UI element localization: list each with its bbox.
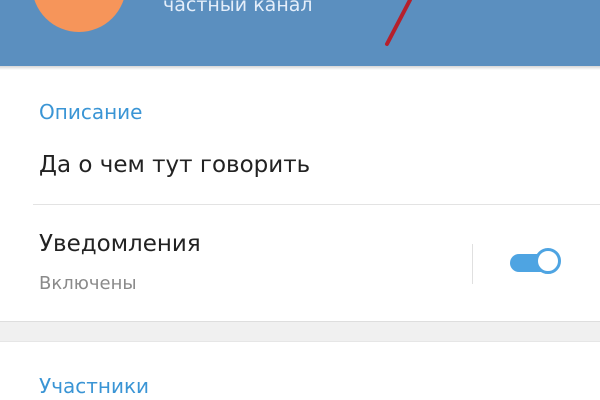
- description-section-title: Описание: [39, 100, 143, 124]
- channel-header: частный канал: [0, 0, 600, 66]
- notifications-row[interactable]: Уведомления Включены: [0, 205, 600, 321]
- annotation-arrow-icon: [385, 0, 412, 46]
- notifications-status: Включены: [39, 273, 137, 294]
- channel-info-screen: частный канал Описание Да о чем тут гово…: [0, 0, 600, 400]
- members-section-title: Участники: [39, 374, 150, 398]
- channel-description[interactable]: Да о чем тут говорить: [39, 152, 310, 178]
- notifications-toggle[interactable]: [508, 247, 566, 279]
- header-shadow: [0, 66, 600, 70]
- channel-status: частный канал: [163, 0, 313, 16]
- channel-avatar[interactable]: [32, 0, 126, 32]
- vertical-separator: [472, 244, 473, 284]
- toggle-knob: [535, 248, 561, 274]
- notifications-label: Уведомления: [39, 231, 201, 257]
- section-gap: [0, 321, 600, 342]
